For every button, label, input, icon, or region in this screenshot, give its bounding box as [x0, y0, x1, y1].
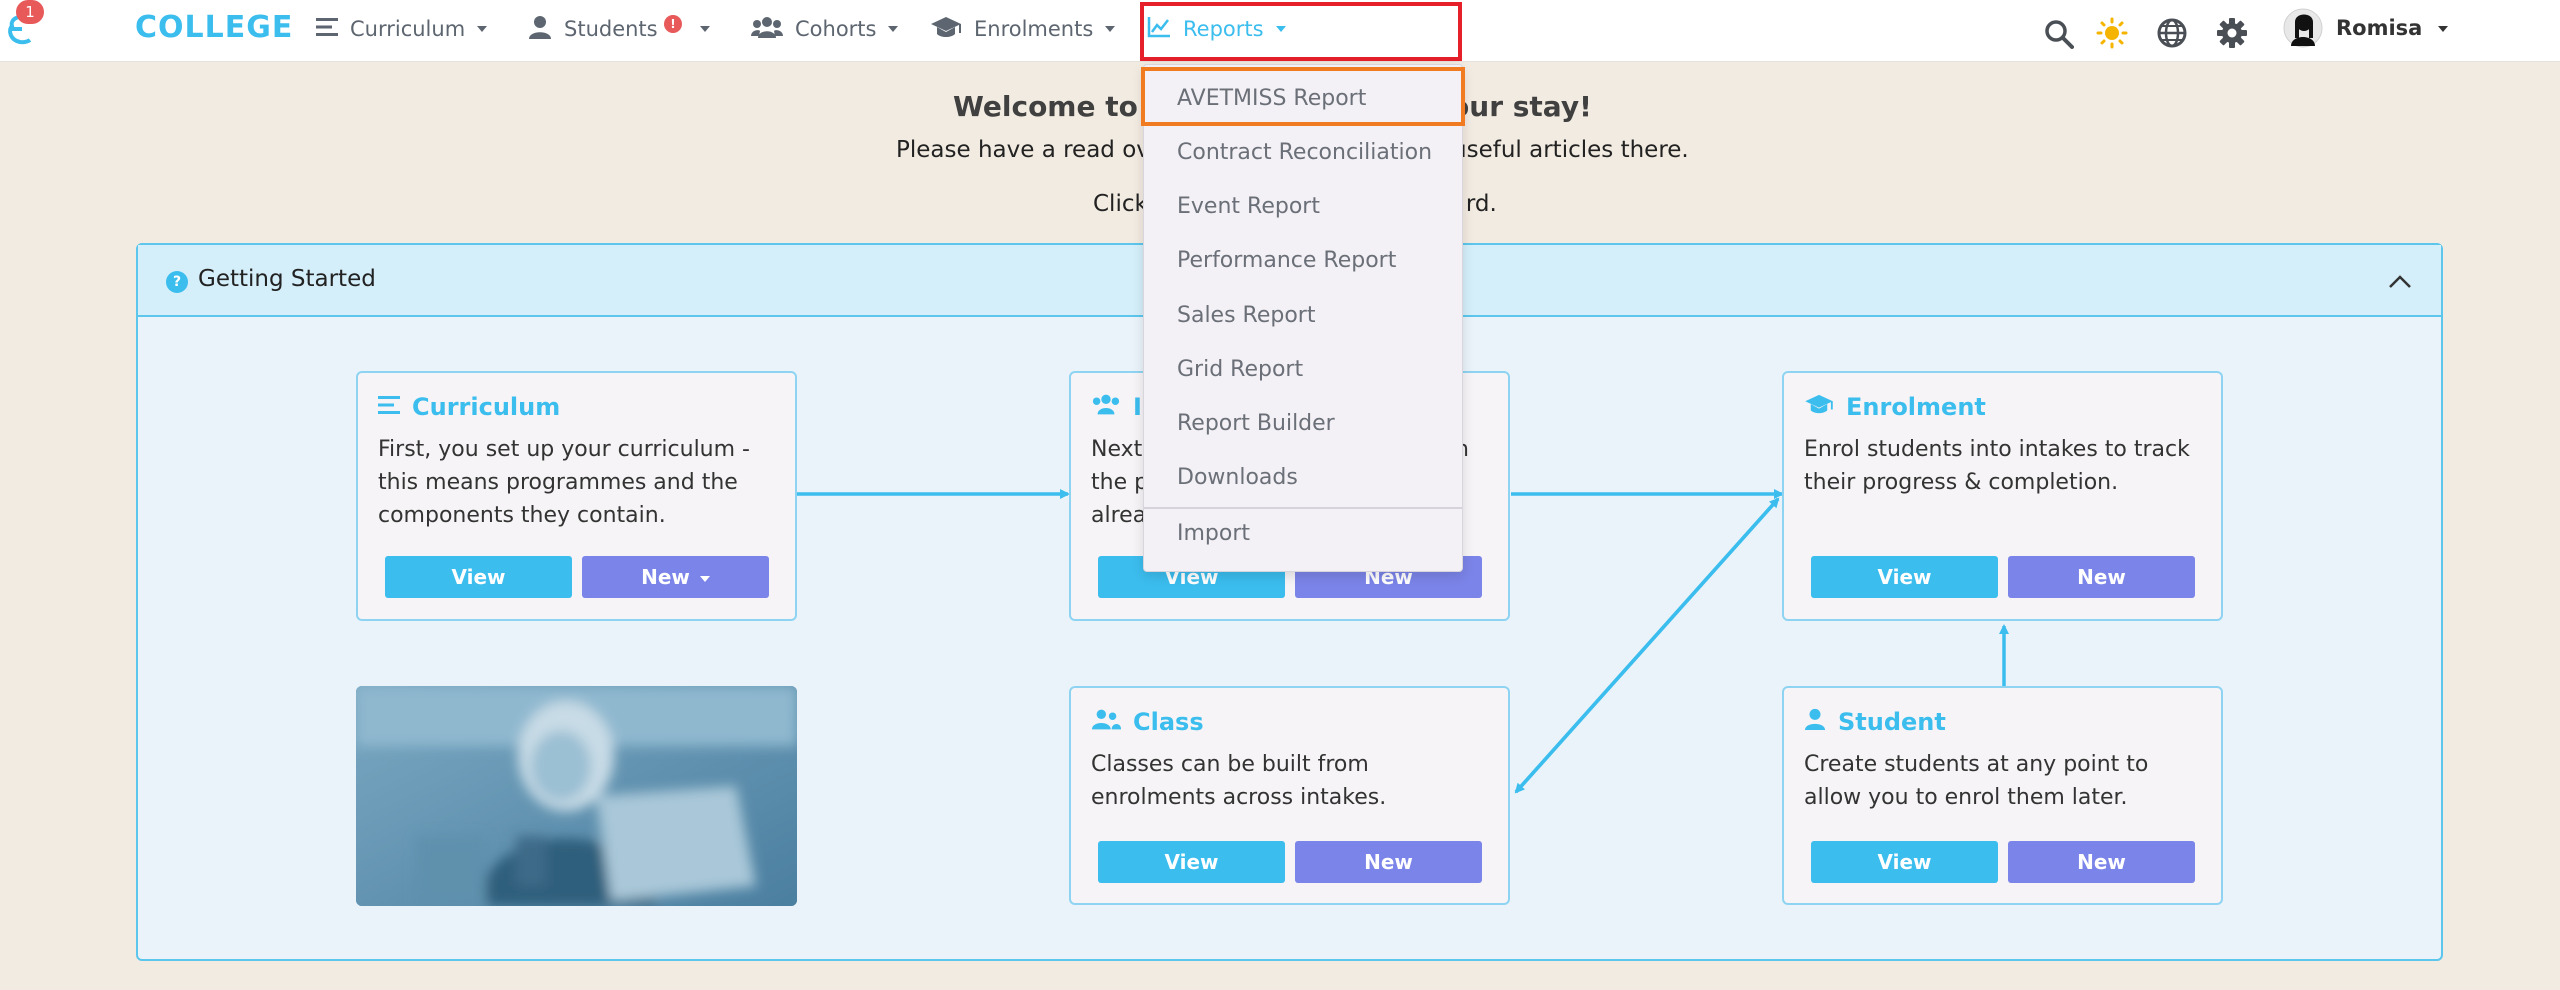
menu-item-import[interactable]: Import: [1177, 521, 1250, 546]
student-title-text: Student: [1838, 708, 1946, 736]
class-new-button[interactable]: New: [1295, 841, 1482, 883]
class-description: Classes can be built from enrolments acr…: [1091, 752, 1387, 810]
curriculum-description: First, you set up your curriculum - this…: [378, 437, 750, 528]
class-view-button[interactable]: View: [1098, 841, 1285, 883]
menu-item-report-builder[interactable]: Report Builder: [1177, 411, 1335, 436]
curriculum-card-title: Curriculum: [378, 393, 560, 421]
enrolment-description: Enrol students into intakes to track the…: [1804, 437, 2190, 495]
student-card-title: Student: [1804, 708, 1946, 736]
intake-text-line: Next,: [1091, 437, 1150, 462]
enrolment-view-label: View: [1877, 565, 1932, 589]
curriculum-new-label: New: [641, 565, 690, 589]
users-group-icon: [1091, 393, 1121, 421]
menu-item-grid-report[interactable]: Grid Report: [1177, 357, 1303, 382]
intake-text-line: alrea: [1091, 503, 1147, 528]
class-card-title: Class: [1091, 708, 1204, 736]
menu-item-contract-reconciliation[interactable]: Contract Reconciliation: [1177, 140, 1432, 165]
intake-text-line: the p: [1091, 470, 1149, 495]
class-new-label: New: [1364, 850, 1413, 874]
enrolment-card-title: Enrolment: [1804, 393, 1986, 421]
student-description: Create students at any point to allow yo…: [1804, 752, 2149, 810]
enrolment-card: Enrolment Enrol students into intakes to…: [1782, 371, 2223, 621]
menu-item-performance-report[interactable]: Performance Report: [1177, 248, 1396, 273]
curriculum-view-label: View: [451, 565, 506, 589]
student-view-button[interactable]: View: [1811, 841, 1998, 883]
decorative-photo: [356, 686, 797, 906]
class-card: Class Classes can be built from enrolmen…: [1069, 686, 1510, 905]
class-view-label: View: [1164, 850, 1219, 874]
users-group-icon: [1091, 708, 1121, 736]
intake-description: Next, the p alrea: [1091, 433, 1151, 532]
user-icon: [1804, 708, 1826, 736]
enrolment-view-button[interactable]: View: [1811, 556, 1998, 598]
curriculum-new-button[interactable]: New: [582, 556, 769, 598]
student-card: Student Create students at any point to …: [1782, 686, 2223, 905]
student-view-label: View: [1877, 850, 1932, 874]
reports-dropdown-menu: AVETMISS Report Contract Reconciliation …: [1143, 64, 1463, 572]
menu-item-sales-report[interactable]: Sales Report: [1177, 303, 1315, 328]
woman-with-laptop-image: [356, 686, 797, 906]
chevron-down-icon: [699, 575, 710, 582]
curriculum-title-text: Curriculum: [412, 393, 561, 421]
enrolment-new-label: New: [2077, 565, 2126, 589]
menu-divider: [1144, 507, 1462, 509]
avetmiss-highlight-box: [1141, 67, 1465, 126]
enrolment-title-text: Enrolment: [1846, 393, 1986, 421]
enrolment-new-button[interactable]: New: [2008, 556, 2195, 598]
curriculum-card: Curriculum First, you set up your curric…: [356, 371, 797, 621]
menu-item-downloads[interactable]: Downloads: [1177, 465, 1298, 490]
class-title-text: Class: [1133, 708, 1204, 736]
student-new-label: New: [2077, 850, 2126, 874]
graduation-cap-icon: [1804, 393, 1834, 421]
menu-item-event-report[interactable]: Event Report: [1177, 194, 1320, 219]
student-new-button[interactable]: New: [2008, 841, 2195, 883]
list-icon: [378, 393, 400, 421]
curriculum-view-button[interactable]: View: [385, 556, 572, 598]
